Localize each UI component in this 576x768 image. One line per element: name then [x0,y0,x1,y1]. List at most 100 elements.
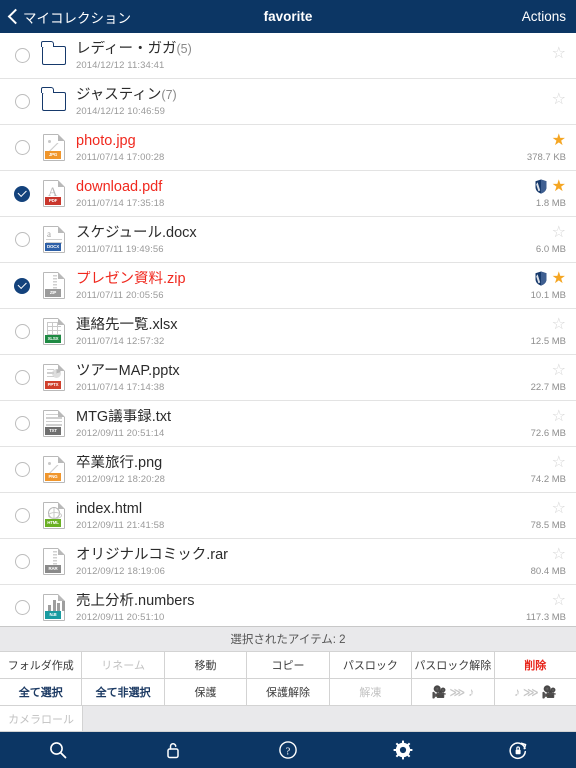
table-row[interactable]: JPG photo.jpg 2011/07/14 17:00:28 ★ 378.7 KB [0,125,576,171]
action-button[interactable]: 移動 [164,651,248,678]
file-date: 2012/09/12 18:20:28 [76,473,166,485]
action-button-row-1: フォルダ作成 リネーム 移動 コピー パスロック パスロック解除 削除 [0,651,576,678]
table-row[interactable]: RAR オリジナルコミック.rar 2012/09/12 18:19:06 ☆ 80.4… [0,539,576,585]
back-button-label: マイコレクション [23,10,131,26]
action-button[interactable]: 保護解除 [247,678,330,705]
row-checkbox[interactable] [8,140,36,155]
table-row[interactable]: a DOCX スケジュール.docx 2011/07/11 19:49:56 ☆ 6.0 … [0,217,576,263]
action-button-placeholder [493,705,576,732]
favorite-star-icon[interactable]: ★ [552,178,566,195]
file-type-tag: HTML [45,519,61,527]
selected-count-label: 選択されたアイテム: 2 [230,634,346,646]
file-type-tag: PDF [45,197,61,205]
favorite-star-icon[interactable]: ★ [552,132,566,149]
action-button-placeholder [247,705,330,732]
tab-search[interactable] [38,735,78,765]
table-row[interactable]: A PDF download.pdf 2011/07/14 17:35:18 ★ 1.8 … [0,171,576,217]
action-button[interactable]: パスロック [329,651,413,678]
music-note-icon: ♪ [513,685,520,699]
actions-button[interactable]: Actions [522,9,576,24]
action-button[interactable]: フォルダ作成 [0,651,83,678]
row-checkbox[interactable] [8,508,36,523]
music-note-icon: ♪ [468,685,475,699]
row-badges: ☆ [552,46,566,62]
favorite-star-icon[interactable]: ☆ [552,454,566,471]
table-row[interactable]: レディー・ガガ(5) 2014/12/12 11:34:41 ☆ [0,33,576,79]
action-button[interactable]: コピー [247,651,330,678]
table-row[interactable]: TXT MTG議事録.txt 2012/09/11 20:51:14 ☆ 72.6 MB [0,401,576,447]
favorite-star-icon[interactable]: ☆ [552,224,566,241]
favorite-star-icon[interactable]: ☆ [552,592,566,609]
row-icon: PNG [36,456,72,483]
file-type-icon-png: PNG [43,456,65,483]
file-type-tag: N.B [45,611,61,619]
action-button[interactable]: 全て非選択 [82,678,165,705]
row-checkbox[interactable] [8,462,36,477]
row-badges: ☆ [552,92,566,108]
row-meta: 売上分析.numbers 2012/09/11 20:51:10 [72,593,490,623]
file-type-tag: PNG [45,473,61,481]
table-row[interactable]: HTML index.html 2012/09/11 21:41:58 ☆ 78.5 M… [0,493,576,539]
table-row[interactable]: XLSX 連絡先一覧.xlsx 2011/07/14 12:57:32 ☆ 12.5 M… [0,309,576,355]
file-type-tag: RAR [45,565,61,573]
action-button[interactable]: パスロック解除 [412,651,495,678]
row-checkbox[interactable] [8,416,36,431]
table-row[interactable]: N.B 売上分析.numbers 2012/09/11 20:51:10 ☆ 117.3… [0,585,576,626]
row-meta: 卒業旅行.png 2012/09/12 18:20:28 [72,455,490,485]
convert-video-to-audio-button[interactable]: 🎥 ⋙ ♪ [412,678,495,705]
favorite-star-icon[interactable]: ☆ [552,408,566,425]
row-checkbox[interactable] [8,600,36,615]
checkbox-unchecked-icon [14,416,30,431]
row-badges: ☆ [552,408,566,425]
item-count: (5) [176,41,192,56]
action-button[interactable]: 全て選択 [0,678,83,705]
file-size: 117.3 MB [526,611,566,623]
favorite-star-icon[interactable]: ☆ [552,46,566,62]
row-checkbox[interactable] [8,554,36,569]
tab-lock-open[interactable] [153,735,193,765]
file-date: 2012/09/12 18:19:06 [76,565,166,577]
table-row[interactable]: PPTX ツアーMAP.pptx 2011/07/14 17:14:38 ☆ 22.7 … [0,355,576,401]
favorite-star-icon[interactable]: ☆ [552,500,566,517]
video-camera-icon: 🎥 [541,685,557,699]
table-row[interactable]: ZIP プレゼン資料.zip 2011/07/11 20:05:56 ★ 10.1 MB [0,263,576,309]
action-button: カメラロール [0,705,84,732]
row-checkbox[interactable] [8,232,36,247]
row-checkbox[interactable] [8,324,36,339]
row-checkbox[interactable] [8,185,36,202]
favorite-star-icon[interactable]: ☆ [552,316,566,333]
file-type-tag: JPG [45,151,61,159]
row-checkbox[interactable] [8,370,36,385]
file-size: 22.7 MB [530,381,566,393]
action-button[interactable]: 保護 [164,678,248,705]
row-meta: レディー・ガガ(5) 2014/12/12 11:34:41 [72,41,490,71]
tab-lock-rotate[interactable] [498,735,538,765]
favorite-star-icon[interactable]: ★ [552,270,566,287]
video-camera-icon: 🎥 [431,685,447,699]
row-checkbox[interactable] [8,94,36,109]
back-button[interactable]: マイコレクション [0,7,131,27]
row-icon: a DOCX [36,226,72,253]
row-badges: ★ [552,132,566,149]
file-name: index.html [76,500,143,517]
file-type-icon-rar: RAR [43,548,65,575]
favorite-star-icon[interactable]: ☆ [552,546,566,563]
favorite-star-icon[interactable]: ☆ [552,362,566,379]
convert-audio-to-video-button[interactable]: ♪ ⋙ 🎥 [494,678,576,705]
file-date: 2014/12/12 10:46:59 [76,105,166,117]
row-checkbox[interactable] [8,277,36,294]
tab-gear[interactable] [383,735,423,765]
image-glyph [47,139,61,151]
row-checkbox[interactable] [8,48,36,63]
file-size: 78.5 MB [530,519,566,531]
tab-help[interactable]: ? [268,735,308,765]
file-name: スケジュール.docx [76,224,197,241]
row-icon: PPTX [36,364,72,391]
action-button[interactable]: 削除 [494,651,576,678]
action-panel: 選択されたアイテム: 2 フォルダ作成 リネーム 移動 コピー パスロック パスロック解除… [0,626,576,732]
file-type-icon-pdf: A PDF [43,180,65,207]
table-row[interactable]: PNG 卒業旅行.png 2012/09/12 18:20:28 ☆ 74.2 MB [0,447,576,493]
checkbox-unchecked-icon [14,48,30,63]
table-row[interactable]: ジャスティン(7) 2014/12/12 10:46:59 ☆ [0,79,576,125]
favorite-star-icon[interactable]: ☆ [552,92,566,108]
